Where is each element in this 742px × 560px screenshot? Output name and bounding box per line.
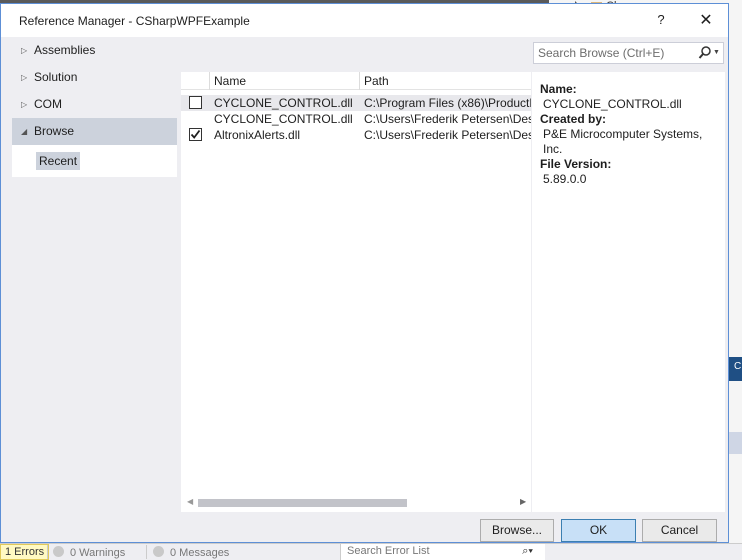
chevron-down-icon[interactable]: ▼ <box>713 45 721 61</box>
scroll-thumb[interactable] <box>198 499 407 507</box>
browse-subitems: Recent <box>12 145 177 177</box>
nav-subitem-recent[interactable]: Recent <box>36 152 81 170</box>
cell-name: CYCLONE_CONTROL.dll <box>214 96 353 110</box>
expand-arrow-icon: ▷ <box>21 46 28 55</box>
column-header-name[interactable]: Name <box>209 72 359 90</box>
error-list-search[interactable]: Search Error List ⌕▾ <box>340 544 545 560</box>
details-panel: Name: CYCLONE_CONTROL.dll Created by: P&… <box>532 72 725 512</box>
include-checkbox[interactable] <box>189 96 202 109</box>
errors-filter[interactable]: 1 Errors <box>0 544 50 560</box>
name-label: Name: <box>540 82 577 96</box>
search-input[interactable] <box>538 45 688 61</box>
close-button[interactable]: ✕ <box>697 10 715 30</box>
include-checkbox[interactable] <box>189 128 202 141</box>
file-version-value: 5.89.0.0 <box>543 172 587 186</box>
file-version-label: File Version: <box>540 157 612 171</box>
nav-item-assemblies[interactable]: ▷ Assemblies <box>12 37 177 64</box>
cancel-button[interactable]: Cancel <box>642 519 717 542</box>
horizontal-scrollbar[interactable]: ◀ ▶ <box>181 493 531 512</box>
scroll-left-icon[interactable]: ◀ <box>187 497 193 506</box>
divider <box>47 545 48 559</box>
warnings-filter[interactable]: 0 Warnings <box>53 546 125 559</box>
cell-path: C:\Program Files (x86)\ProductF <box>364 96 531 110</box>
created-by-label: Created by: <box>540 112 607 126</box>
cell-path: C:\Users\Frederik Petersen\Desk <box>364 112 531 126</box>
table-row[interactable]: AltronixAlerts.dll C:\Users\Frederik Pet… <box>181 127 531 143</box>
nav-item-solution[interactable]: ▷ Solution <box>12 64 177 91</box>
column-header-path[interactable]: Path <box>359 72 531 90</box>
name-value: CYCLONE_CONTROL.dll <box>543 97 682 111</box>
reference-manager-dialog: Reference Manager - CSharpWPFExample ? ✕… <box>0 3 729 543</box>
nav-item-browse[interactable]: ◢ Browse <box>12 118 177 145</box>
collapse-arrow-icon: ◢ <box>21 127 28 136</box>
browse-button[interactable]: Browse... <box>480 519 554 542</box>
messages-filter[interactable]: 0 Messages <box>153 546 229 559</box>
expand-arrow-icon: ▷ <box>21 73 28 82</box>
divider <box>146 545 147 559</box>
dialog-title: Reference Manager - CSharpWPFExample <box>19 14 250 28</box>
nav-item-com[interactable]: ▷ COM <box>12 91 177 118</box>
table-row[interactable]: CYCLONE_CONTROL.dll C:\Users\Frederik Pe… <box>181 111 531 127</box>
error-list-toolbar: 1 Errors 0 Warnings 0 Messages Search Er… <box>0 543 742 560</box>
ide-side-highlight <box>728 432 742 454</box>
info-icon <box>153 546 164 557</box>
scroll-right-icon[interactable]: ▶ <box>520 497 526 506</box>
table-row[interactable]: CYCLONE_CONTROL.dll C:\Program Files (x8… <box>181 95 531 111</box>
list-header: Name Path <box>181 72 531 90</box>
expand-arrow-icon: ▷ <box>21 100 28 109</box>
checkmark-icon <box>190 129 201 139</box>
reference-list: Name Path CYCLONE_CONTROL.dll C:\Program… <box>181 72 531 512</box>
cell-name: CYCLONE_CONTROL.dll <box>214 112 353 126</box>
search-icon: ⌕▾ <box>522 545 533 557</box>
cell-name: AltronixAlerts.dll <box>214 128 301 142</box>
category-nav: ▷ Assemblies ▷ Solution ▷ COM ◢ Browse R… <box>12 37 177 177</box>
title-bar: Reference Manager - CSharpWPFExample ? ✕ <box>1 4 728 37</box>
search-box[interactable]: ▼ <box>533 42 724 64</box>
created-by-value: P&E Microcomputer Systems, Inc. <box>543 127 703 156</box>
cell-path: C:\Users\Frederik Petersen\Desk <box>364 128 531 142</box>
ide-side-tab[interactable]: C <box>728 357 742 381</box>
warning-icon <box>53 546 64 557</box>
help-button[interactable]: ? <box>653 12 669 30</box>
ok-button[interactable]: OK <box>561 519 636 542</box>
search-icon[interactable] <box>698 45 712 61</box>
